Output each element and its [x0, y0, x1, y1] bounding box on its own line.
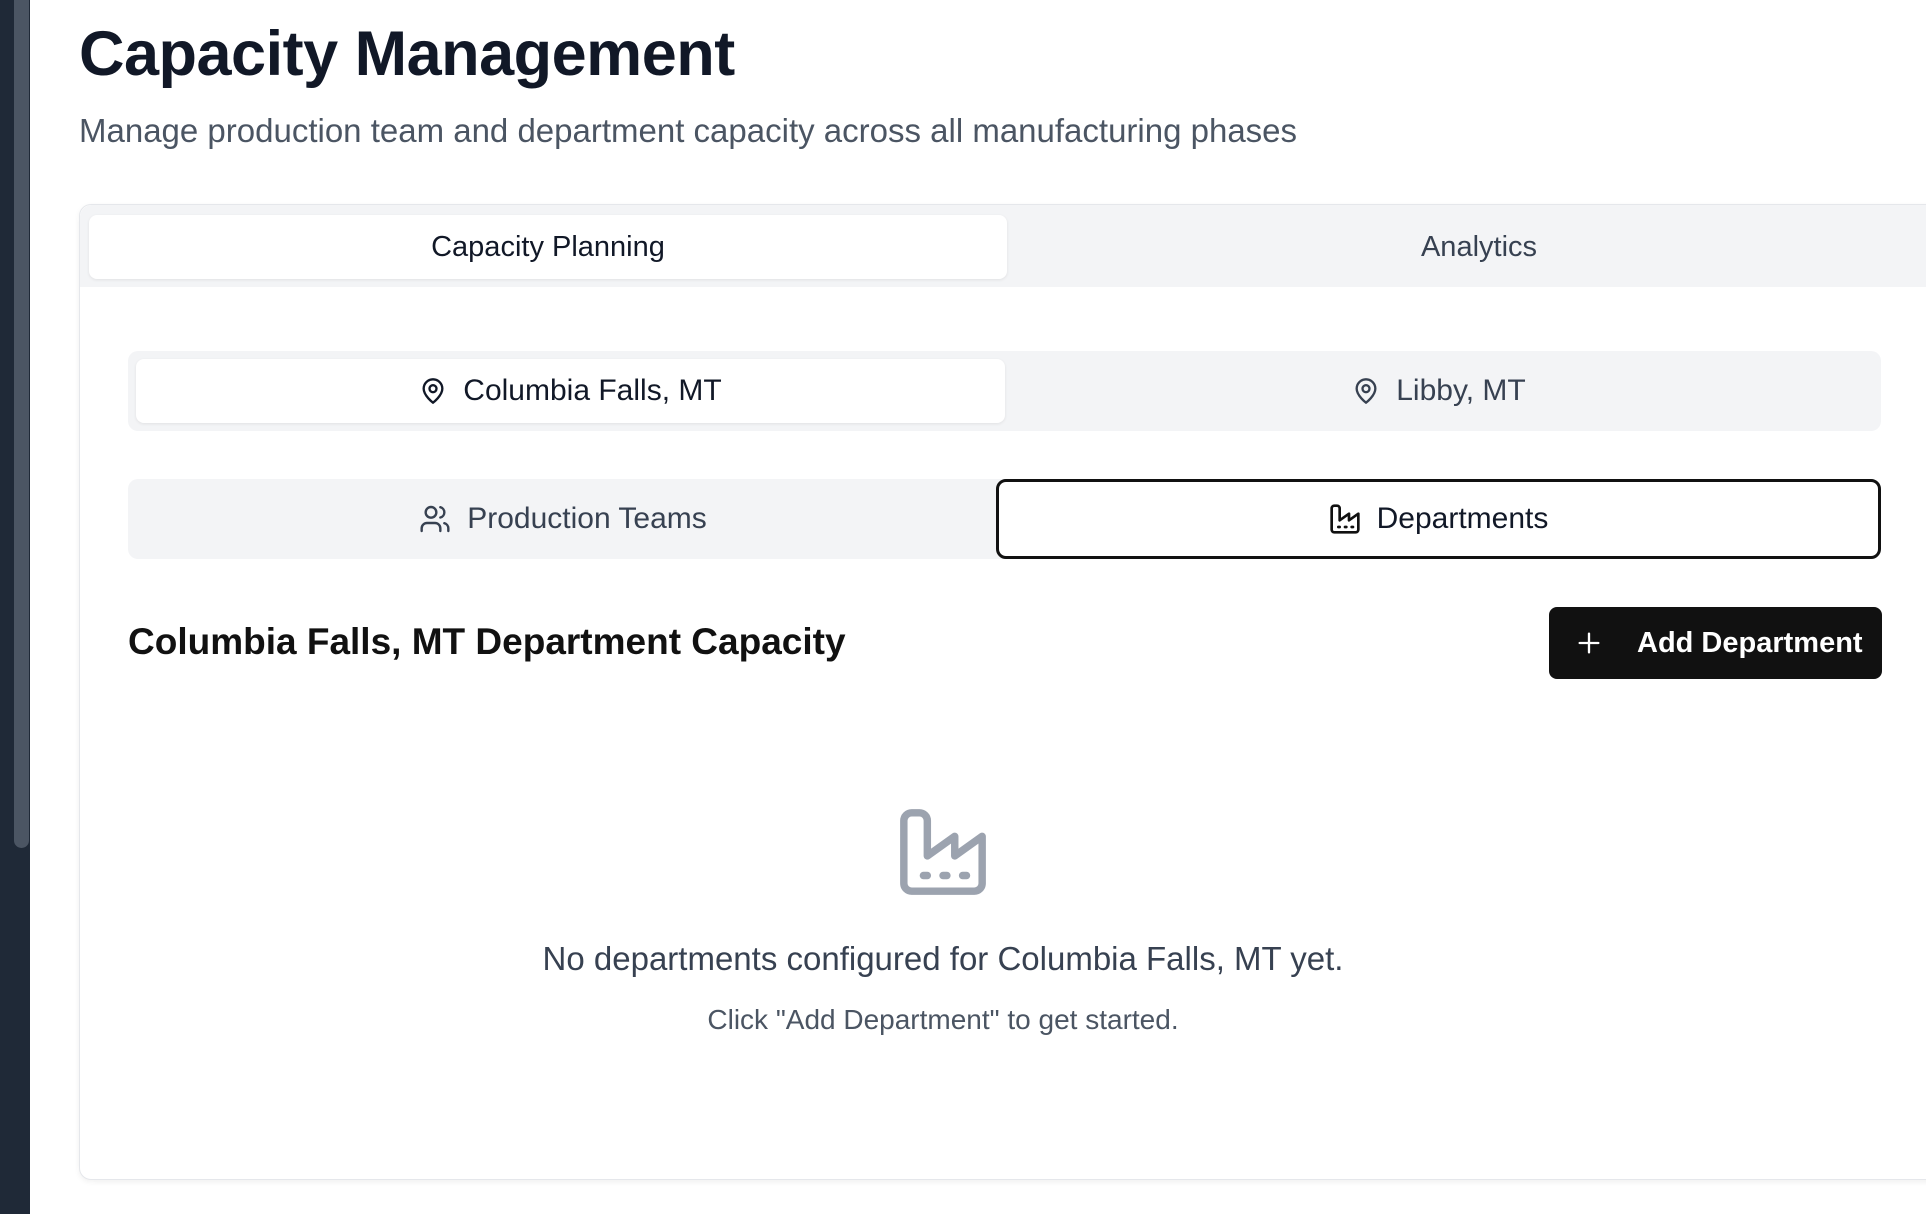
page-title: Capacity Management [79, 19, 735, 89]
view-label: Production Teams [467, 502, 707, 535]
users-icon [419, 503, 451, 535]
tab-label: Analytics [1420, 230, 1538, 263]
factory-icon [896, 805, 990, 899]
capacity-card: Capacity Planning Analytics Columbia Fal… [79, 204, 1926, 1180]
map-pin-icon [1352, 375, 1380, 407]
empty-state-hint: Click "Add Department" to get started. [707, 1004, 1179, 1035]
location-label: Libby, MT [1396, 374, 1526, 407]
tab-capacity-planning[interactable]: Capacity Planning [89, 215, 1007, 279]
left-rail [0, 0, 30, 1214]
location-columbia-falls[interactable]: Columbia Falls, MT [136, 359, 1005, 423]
tab-label: Capacity Planning [431, 230, 665, 263]
section-title: Columbia Falls, MT Department Capacity [128, 621, 846, 662]
view-switcher: Production Teams Departments [128, 479, 1881, 559]
factory-icon [1329, 503, 1361, 535]
location-switcher: Columbia Falls, MT Libby, MT [128, 351, 1881, 431]
view-label: Departments [1376, 502, 1549, 535]
add-department-label: Add Department [1637, 626, 1863, 659]
scrollbar-thumb[interactable] [14, 0, 29, 848]
main-tabs: Capacity Planning Analytics [80, 205, 1926, 287]
plus-icon [1575, 629, 1603, 657]
location-label: Columbia Falls, MT [463, 374, 722, 407]
location-libby[interactable]: Libby, MT [1005, 359, 1873, 423]
view-departments[interactable]: Departments [996, 479, 1881, 559]
page-subtitle: Manage production team and department ca… [79, 112, 1298, 149]
tab-analytics[interactable]: Analytics [1007, 215, 1926, 279]
view-production-teams[interactable]: Production Teams [128, 487, 998, 551]
add-department-button[interactable]: Add Department [1549, 607, 1882, 679]
empty-state: No departments configured for Columbia F… [80, 805, 1806, 1036]
map-pin-icon [419, 375, 447, 407]
empty-state-message: No departments configured for Columbia F… [542, 940, 1344, 977]
